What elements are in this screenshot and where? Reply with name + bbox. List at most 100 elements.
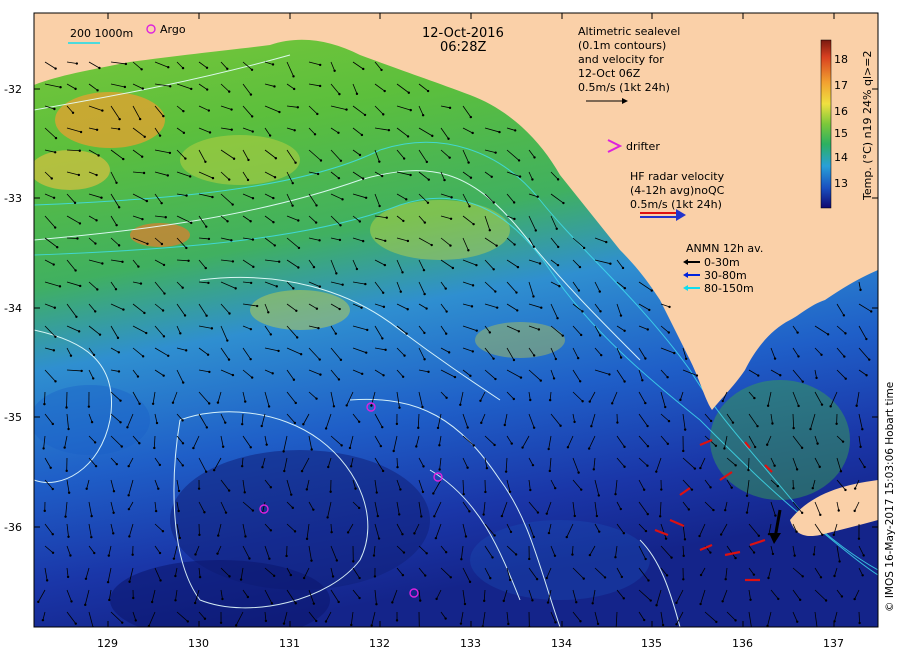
- velocity-arrow-head: [698, 534, 701, 538]
- velocity-arrow-head: [536, 511, 540, 514]
- velocity-arrow-head: [699, 573, 703, 577]
- velocity-arrow-head: [283, 469, 286, 473]
- velocity-arrow-head: [305, 537, 309, 541]
- colorbar-tick: 13: [834, 177, 848, 190]
- velocity-arrow-head: [210, 327, 214, 330]
- velocity-arrow-head: [337, 176, 341, 180]
- velocity-arrow-head: [291, 204, 294, 207]
- velocity-arrow-head: [800, 511, 804, 515]
- velocity-arrow-head: [396, 465, 399, 469]
- velocity-arrow-head: [107, 554, 111, 557]
- velocity-arrow-head: [77, 173, 81, 177]
- velocity-arrow-head: [231, 260, 235, 263]
- velocity-arrow-head: [116, 336, 120, 340]
- velocity-arrow-head: [509, 530, 513, 534]
- velocity-arrow-head: [500, 514, 504, 518]
- velocity-arrow-head: [114, 288, 118, 291]
- velocity-arrow-head: [332, 405, 336, 408]
- velocity-arrow-head: [162, 335, 166, 338]
- velocity-arrow-head: [84, 603, 87, 607]
- velocity-arrow-head: [160, 201, 163, 205]
- lon-tick: 129: [97, 637, 118, 650]
- velocity-arrow-head: [614, 555, 617, 559]
- velocity-arrow-head: [100, 196, 103, 199]
- velocity-arrow-head: [315, 204, 318, 207]
- velocity-arrow-head: [364, 196, 368, 200]
- velocity-arrow-head: [776, 484, 780, 488]
- velocity-arrow-head: [370, 404, 373, 407]
- velocity-arrow-head: [419, 599, 422, 602]
- velocity-arrow-head: [70, 600, 73, 603]
- velocity-arrow-head: [647, 579, 650, 582]
- velocity-arrow-head: [123, 85, 127, 89]
- velocity-arrow-head: [324, 620, 328, 623]
- velocity-arrow-head: [291, 506, 295, 510]
- velocity-arrow-head: [58, 285, 62, 288]
- velocity-arrow-head: [277, 260, 281, 263]
- velocity-arrow-head: [282, 450, 285, 453]
- velocity-arrow-head: [120, 445, 123, 448]
- velocity-arrow-head: [255, 304, 259, 308]
- velocity-arrow-head: [67, 535, 70, 539]
- velocity-arrow-head: [318, 239, 321, 242]
- velocity-arrow-head: [92, 377, 95, 380]
- velocity-arrow-head: [556, 263, 560, 267]
- velocity-arrow-head: [74, 269, 77, 272]
- velocity-arrow-head: [423, 292, 426, 296]
- velocity-arrow-head: [695, 374, 699, 377]
- velocity-arrow-head: [174, 599, 177, 602]
- velocity-arrow-head: [853, 509, 856, 513]
- velocity-arrow-head: [115, 223, 118, 227]
- velocity-arrow-head: [837, 509, 840, 512]
- velocity-arrow-head: [552, 377, 556, 380]
- velocity-arrow-head: [140, 155, 144, 158]
- velocity-arrow-head: [51, 487, 54, 491]
- velocity-arrow-head: [853, 487, 857, 490]
- velocity-arrow-head: [545, 512, 548, 515]
- velocity-arrow-head: [642, 488, 646, 491]
- velocity-arrow-head: [66, 575, 70, 579]
- velocity-arrow-head: [207, 281, 210, 285]
- velocity-arrow-head: [269, 486, 273, 489]
- velocity-arrow-head: [423, 358, 426, 361]
- velocity-arrow-head: [734, 464, 737, 467]
- velocity-arrow-head: [208, 370, 211, 374]
- velocity-arrow-head: [337, 131, 340, 135]
- lat-tick: -35: [4, 411, 22, 424]
- velocity-arrow-head: [239, 578, 243, 581]
- velocity-arrow-head: [488, 229, 491, 232]
- velocity-arrow-head: [119, 421, 122, 424]
- velocity-arrow-head: [863, 465, 866, 469]
- velocity-arrow-head: [468, 510, 471, 513]
- velocity-arrow-head: [399, 488, 402, 491]
- velocity-arrow-head: [402, 219, 405, 223]
- velocity-arrow-head: [642, 618, 646, 622]
- velocity-arrow-head: [861, 428, 864, 431]
- velocity-arrow-head: [403, 354, 406, 357]
- velocity-arrow-head: [675, 623, 678, 626]
- velocity-arrow-head: [534, 229, 537, 232]
- velocity-arrow-head: [132, 596, 135, 600]
- altimetry-line: 12-Oct 06Z: [578, 67, 641, 80]
- velocity-arrow-head: [401, 375, 405, 378]
- velocity-arrow-head: [333, 69, 336, 72]
- velocity-arrow-head: [469, 374, 472, 378]
- velocity-arrow-head: [502, 599, 505, 603]
- velocity-arrow-head: [588, 400, 591, 403]
- velocity-arrow-head: [121, 621, 124, 624]
- velocity-arrow-head: [660, 488, 663, 491]
- velocity-arrow-head: [297, 266, 300, 269]
- velocity-arrow-head: [101, 109, 104, 112]
- velocity-arrow-head: [666, 442, 670, 446]
- velocity-arrow-head: [382, 374, 385, 377]
- velocity-arrow-head: [579, 333, 583, 337]
- hf-line: (4-12h avg)noQC: [630, 184, 725, 197]
- velocity-arrow-head: [508, 490, 512, 493]
- velocity-arrow-head: [205, 314, 208, 317]
- velocity-arrow-head: [341, 283, 344, 286]
- velocity-arrow-head: [360, 133, 364, 137]
- velocity-arrow-head: [577, 289, 581, 292]
- velocity-arrow-head: [45, 579, 49, 582]
- velocity-arrow-head: [573, 420, 576, 424]
- velocity-arrow-head: [264, 619, 268, 623]
